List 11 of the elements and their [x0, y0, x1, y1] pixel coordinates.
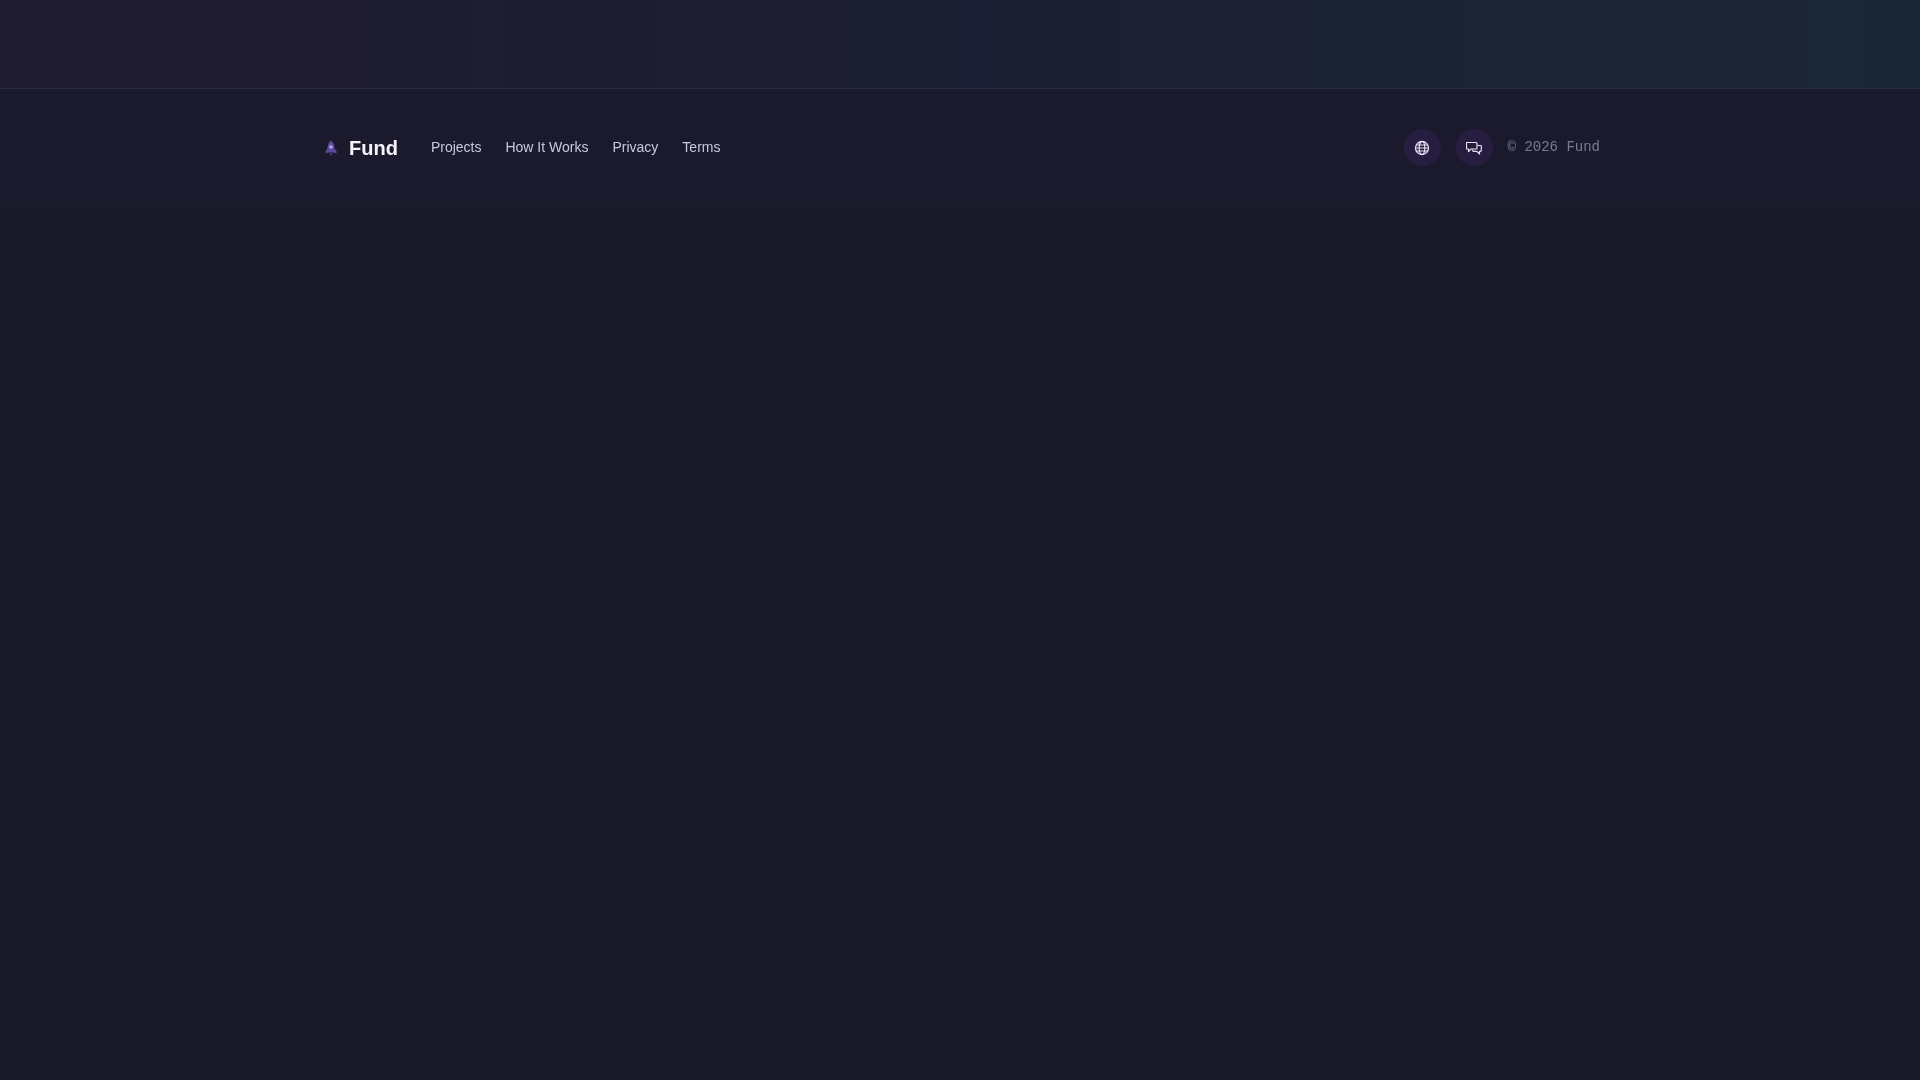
copyright-text: © 2026 Fund — [1507, 138, 1600, 157]
globe-button[interactable] — [1403, 129, 1441, 166]
nav-link[interactable]: Privacy — [612, 139, 659, 156]
nav-link[interactable]: Terms — [682, 139, 721, 156]
nav-link[interactable]: Projects — [430, 139, 482, 156]
globe-icon — [1414, 139, 1431, 156]
chat-bubbles-icon — [1466, 139, 1483, 156]
nav-link[interactable]: How It Works — [505, 139, 589, 156]
rocket-icon — [324, 139, 338, 156]
brand-link[interactable]: Fund — [349, 135, 398, 160]
chat-button[interactable] — [1455, 129, 1493, 166]
